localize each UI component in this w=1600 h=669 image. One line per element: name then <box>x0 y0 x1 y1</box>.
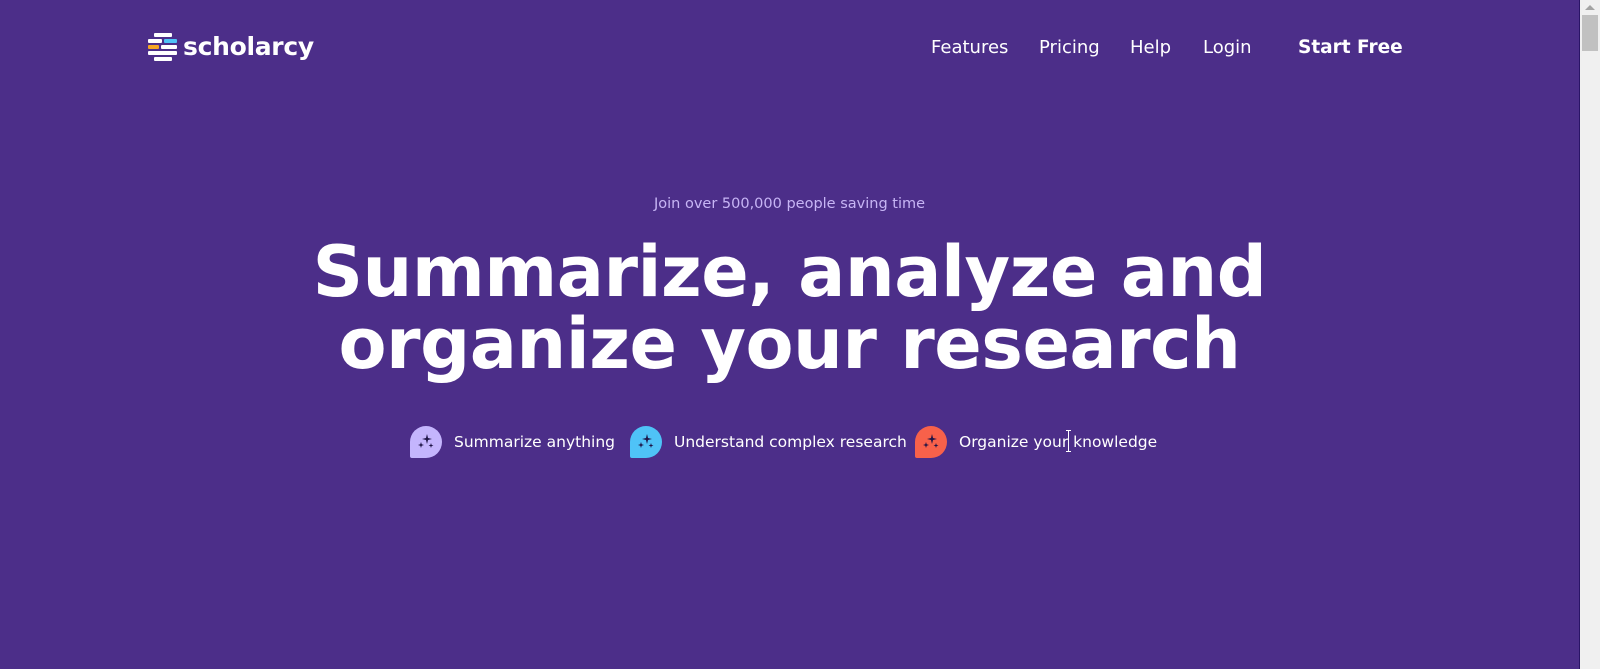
nav-login[interactable]: Login <box>1203 35 1252 61</box>
scholarcy-logo-icon <box>148 33 178 61</box>
mouse-text-cursor <box>1066 430 1071 452</box>
feature-item-organize: Organize your knowledge <box>915 425 1157 459</box>
scrollbar-thumb[interactable] <box>1582 15 1598 51</box>
scroll-up-arrow-icon[interactable] <box>1580 0 1600 14</box>
headline-line-1: Summarize, analyze and <box>312 231 1267 313</box>
hero-tagline: Join over 500,000 people saving time <box>653 196 926 212</box>
sparkles-icon <box>410 426 442 458</box>
logo-wordmark: scholarcy <box>183 32 314 61</box>
nav-features[interactable]: Features <box>931 35 1008 61</box>
sparkles-icon <box>630 426 662 458</box>
start-free-button[interactable]: Start Free <box>1298 35 1403 61</box>
feature-label: Summarize anything <box>454 433 616 451</box>
sparkles-icon <box>915 426 947 458</box>
feature-label: Understand complex research <box>674 433 907 451</box>
logo-link[interactable]: scholarcy <box>148 33 314 61</box>
feature-item-summarize: Summarize anything <box>410 425 615 459</box>
site-header: scholarcy Features Pricing Help Login St… <box>0 0 1579 96</box>
hero-headline: Summarize, analyze and organize your res… <box>0 236 1579 380</box>
headline-line-2: organize your research <box>338 303 1241 385</box>
feature-list: Summarize anything Understand complex re… <box>0 425 1579 459</box>
page-viewport: scholarcy Features Pricing Help Login St… <box>0 0 1580 669</box>
nav-help[interactable]: Help <box>1130 35 1171 61</box>
vertical-scrollbar[interactable] <box>1580 0 1600 669</box>
feature-item-understand: Understand complex research <box>630 425 907 459</box>
nav-pricing[interactable]: Pricing <box>1039 35 1100 61</box>
feature-label: Organize your knowledge <box>959 433 1158 451</box>
